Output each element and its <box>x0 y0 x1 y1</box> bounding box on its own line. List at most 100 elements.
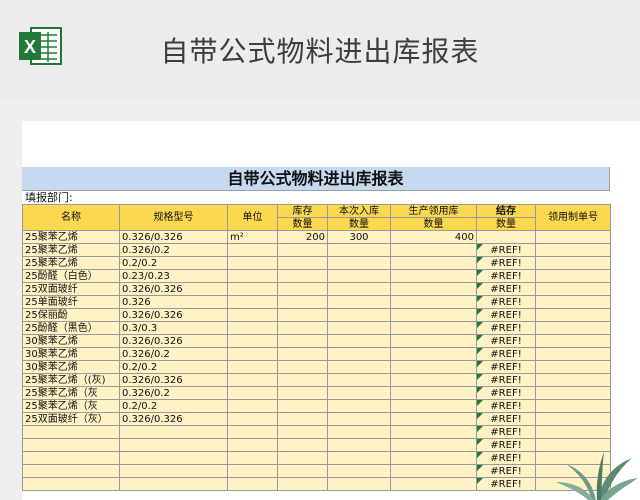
cell-stock-qty[interactable] <box>277 256 328 270</box>
cell-in-qty[interactable] <box>327 295 391 309</box>
cell-unit[interactable] <box>227 360 278 374</box>
cell-stock-qty[interactable] <box>277 334 328 348</box>
cell-in-qty[interactable] <box>327 334 391 348</box>
cell-balance-qty[interactable]: #REF! <box>476 399 536 413</box>
col-header-name[interactable]: 名称 <box>22 204 120 231</box>
cell-unit[interactable] <box>227 334 278 348</box>
cell-voucher-no[interactable] <box>535 269 611 283</box>
cell-in-qty[interactable] <box>327 269 391 283</box>
cell-unit[interactable] <box>227 386 278 400</box>
cell-balance-qty[interactable]: #REF! <box>476 347 536 361</box>
cell-production-qty[interactable] <box>390 438 477 452</box>
cell-stock-qty[interactable]: 200 <box>277 230 328 244</box>
cell-production-qty[interactable] <box>390 256 477 270</box>
cell-in-qty[interactable]: 300 <box>327 230 391 244</box>
cell-balance-qty[interactable] <box>476 230 536 244</box>
cell-voucher-no[interactable] <box>535 256 611 270</box>
cell-balance-qty[interactable]: #REF! <box>476 334 536 348</box>
cell-balance-qty[interactable]: #REF! <box>476 243 536 257</box>
cell-name[interactable]: 25聚苯乙烯（(灰) <box>22 373 120 387</box>
cell-balance-qty[interactable]: #REF! <box>476 308 536 322</box>
cell-balance-qty[interactable]: #REF! <box>476 425 536 439</box>
cell-spec[interactable] <box>119 477 228 491</box>
cell-in-qty[interactable] <box>327 243 391 257</box>
cell-name[interactable]: 25酚醛（白色） <box>22 269 120 283</box>
cell-unit[interactable]: m² <box>227 230 278 244</box>
cell-stock-qty[interactable] <box>277 425 328 439</box>
cell-spec[interactable]: 0.326/0.326 <box>119 282 228 296</box>
cell-unit[interactable] <box>227 269 278 283</box>
cell-spec[interactable]: 0.326/0.2 <box>119 243 228 257</box>
cell-in-qty[interactable] <box>327 360 391 374</box>
col-header-unit[interactable]: 单位 <box>227 204 278 231</box>
cell-voucher-no[interactable] <box>535 282 611 296</box>
cell-unit[interactable] <box>227 373 278 387</box>
cell-name[interactable]: 25酚醛（黑色） <box>22 321 120 335</box>
cell-stock-qty[interactable] <box>277 282 328 296</box>
cell-in-qty[interactable] <box>327 412 391 426</box>
cell-in-qty[interactable] <box>327 282 391 296</box>
cell-production-qty[interactable]: 400 <box>390 230 477 244</box>
cell-spec[interactable]: 0.326/0.326 <box>119 230 228 244</box>
cell-balance-qty[interactable]: #REF! <box>476 386 536 400</box>
col-header-qty[interactable]: 数量 <box>327 217 391 231</box>
cell-production-qty[interactable] <box>390 295 477 309</box>
cell-spec[interactable]: 0.2/0.2 <box>119 399 228 413</box>
cell-stock-qty[interactable] <box>277 308 328 322</box>
cell-stock-qty[interactable] <box>277 464 328 478</box>
cell-unit[interactable] <box>227 438 278 452</box>
cell-production-qty[interactable] <box>390 477 477 491</box>
cell-balance-qty[interactable]: #REF! <box>476 438 536 452</box>
cell-voucher-no[interactable] <box>535 230 611 244</box>
cell-balance-qty[interactable]: #REF! <box>476 464 536 478</box>
cell-name[interactable]: 25单面玻纤 <box>22 295 120 309</box>
cell-name[interactable]: 30聚苯乙烯 <box>22 347 120 361</box>
cell-balance-qty[interactable]: #REF! <box>476 321 536 335</box>
cell-production-qty[interactable] <box>390 373 477 387</box>
cell-name[interactable]: 25保丽酚 <box>22 308 120 322</box>
cell-stock-qty[interactable] <box>277 295 328 309</box>
cell-unit[interactable] <box>227 243 278 257</box>
cell-voucher-no[interactable] <box>535 334 611 348</box>
cell-unit[interactable] <box>227 425 278 439</box>
cell-voucher-no[interactable] <box>535 386 611 400</box>
cell-in-qty[interactable] <box>327 438 391 452</box>
cell-spec[interactable]: 0.326/0.2 <box>119 386 228 400</box>
cell-name[interactable] <box>22 438 120 452</box>
cell-unit[interactable] <box>227 464 278 478</box>
cell-production-qty[interactable] <box>390 425 477 439</box>
cell-spec[interactable]: 0.3/0.3 <box>119 321 228 335</box>
cell-name[interactable] <box>22 451 120 465</box>
cell-unit[interactable] <box>227 256 278 270</box>
cell-voucher-no[interactable] <box>535 321 611 335</box>
cell-voucher-no[interactable] <box>535 295 611 309</box>
cell-production-qty[interactable] <box>390 464 477 478</box>
cell-in-qty[interactable] <box>327 399 391 413</box>
cell-spec[interactable]: 0.326/0.326 <box>119 308 228 322</box>
cell-name[interactable]: 25聚苯乙烯（灰 <box>22 386 120 400</box>
cell-voucher-no[interactable] <box>535 412 611 426</box>
cell-name[interactable] <box>22 464 120 478</box>
cell-in-qty[interactable] <box>327 321 391 335</box>
cell-in-qty[interactable] <box>327 451 391 465</box>
cell-production-qty[interactable] <box>390 308 477 322</box>
cell-balance-qty[interactable]: #REF! <box>476 282 536 296</box>
cell-name[interactable]: 25聚苯乙烯 <box>22 243 120 257</box>
cell-spec[interactable]: 0.326/0.2 <box>119 347 228 361</box>
col-header-qty[interactable]: 数量 <box>476 217 536 231</box>
col-header-qty[interactable]: 数量 <box>277 217 328 231</box>
cell-voucher-no[interactable] <box>535 308 611 322</box>
cell-name[interactable]: 25聚苯乙烯 <box>22 256 120 270</box>
cell-balance-qty[interactable]: #REF! <box>476 269 536 283</box>
cell-unit[interactable] <box>227 412 278 426</box>
cell-unit[interactable] <box>227 451 278 465</box>
cell-production-qty[interactable] <box>390 347 477 361</box>
cell-in-qty[interactable] <box>327 386 391 400</box>
cell-spec[interactable]: 0.2/0.2 <box>119 256 228 270</box>
col-header-qty[interactable]: 数量 <box>390 217 477 231</box>
col-header-voucher[interactable]: 领用制单号 <box>535 204 611 231</box>
col-header-this-in[interactable]: 本次入库 <box>327 204 391 218</box>
col-header-production[interactable]: 生产领用库 <box>390 204 477 218</box>
cell-name[interactable] <box>22 477 120 491</box>
cell-balance-qty[interactable]: #REF! <box>476 373 536 387</box>
